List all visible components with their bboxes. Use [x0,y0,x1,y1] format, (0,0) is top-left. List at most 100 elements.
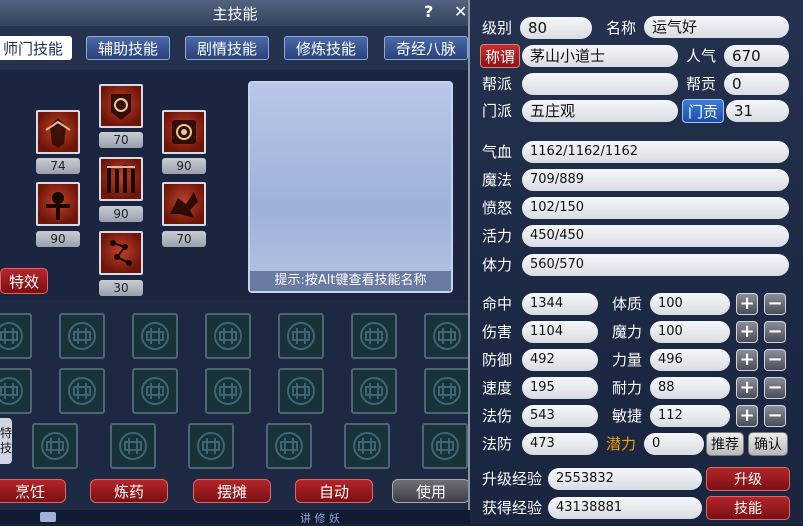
recommend-button[interactable]: 推荐 [706,432,744,456]
tab-school-skills[interactable]: 师门技能 [0,36,72,60]
confirm-button[interactable]: 确认 [748,432,788,456]
skill-slot[interactable] [351,368,397,414]
attribute-label: 魔力 [612,323,643,341]
close-icon[interactable]: ✕ [454,2,467,21]
plus-button[interactable]: + [736,349,758,371]
skill-slot[interactable] [278,313,324,359]
skill-level: 30 [99,280,143,296]
alchemy-button[interactable]: 炼药 [90,479,168,503]
minus-button[interactable]: − [764,321,786,343]
plus-button[interactable]: + [736,405,758,427]
school-label: 门派 [482,102,513,120]
level-value: 80 [520,17,592,39]
skill-slot[interactable] [351,313,397,359]
skill-slot[interactable] [266,423,312,469]
upgrade-exp-label: 升级经验 [482,470,543,488]
title-value: 茅山小道士 [522,45,678,67]
plus-button[interactable]: + [736,321,758,343]
skill-slot[interactable] [132,313,178,359]
armored-warrior-icon[interactable] [36,110,80,154]
gained-exp-label: 获得经验 [482,499,543,517]
skill-level: 74 [36,158,80,174]
tab-meridian-skills[interactable]: 奇经八脉 [384,36,468,60]
attribute-label: 体质 [612,295,643,313]
skill-level: 70 [99,132,143,148]
swirl-seal-icon[interactable] [99,84,143,128]
skill-slot[interactable] [0,368,32,414]
skill-description-box: 提示:按Alt键查看技能名称 [248,81,453,293]
skill-slot[interactable] [132,368,178,414]
special-skill-side-tab[interactable]: 特技 [0,418,12,464]
dragon-beast-icon[interactable] [162,182,206,226]
bottom-action-bar: 烹饪 炼药 摆摊 自动 使用 [0,472,468,510]
minus-button[interactable]: − [764,293,786,315]
stat-label: 命中 [482,295,513,313]
skill-slot[interactable] [205,313,251,359]
plus-button[interactable]: + [736,377,758,399]
contribution-label: 帮贡 [686,75,717,93]
skill-slot[interactable] [0,313,32,359]
minus-button[interactable]: − [764,405,786,427]
title-button[interactable]: 称谓 [480,44,520,68]
skill-slot[interactable] [205,368,251,414]
school-contribution-button[interactable]: 门贡 [682,99,724,123]
skill-slot[interactable] [59,313,105,359]
tab-cultivation-skills[interactable]: 修炼技能 [284,36,368,60]
skill-slot[interactable] [344,423,390,469]
minus-button[interactable]: − [764,349,786,371]
stall-button[interactable]: 摆摊 [193,479,271,503]
name-value: 运气好 [644,16,789,38]
skill-slot[interactable] [424,313,468,359]
plus-button[interactable]: + [736,293,758,315]
skill-slot[interactable] [278,368,324,414]
stat-label: 伤害 [482,323,513,341]
skill-slot[interactable] [188,423,234,469]
vitality-value: 450/450 [522,225,789,247]
stat-value: 1344 [522,293,598,315]
skill-slot[interactable] [110,423,156,469]
pillar-gate-icon[interactable] [99,157,143,201]
ring-seal-icon[interactable] [162,110,206,154]
skill-button[interactable]: 技能 [706,496,790,520]
attribute-label: 敏捷 [612,407,643,425]
stat-value: 1104 [522,321,598,343]
rune-chain-icon[interactable] [99,231,143,275]
figure-summon-icon[interactable] [36,182,80,226]
skill-level: 90 [99,206,143,222]
effect-button[interactable]: 特效 [0,268,48,294]
magic-defense-value: 473 [522,433,598,455]
attribute-value: 112 [650,405,730,427]
stamina-value: 560/570 [522,254,789,276]
gang-label: 帮派 [482,75,513,93]
stat-value: 543 [522,405,598,427]
skill-slot[interactable] [424,368,468,414]
anger-value: 102/150 [522,197,789,219]
cooking-button[interactable]: 烹饪 [0,479,66,503]
contribution-value: 0 [724,73,789,95]
potential-value: 0 [644,433,704,455]
tab-auxiliary-skills[interactable]: 辅助技能 [86,36,170,60]
mp-label: 魔法 [482,171,513,189]
arrow-icon [40,512,56,522]
hp-label: 气血 [482,143,513,161]
stat-label: 防御 [482,351,513,369]
stat-value: 195 [522,377,598,399]
minus-button[interactable]: − [764,377,786,399]
auto-button[interactable]: 自动 [295,479,373,503]
popularity-label: 人气 [686,47,717,65]
skill-slot[interactable] [422,423,468,469]
popularity-value: 670 [724,45,789,67]
title-bar[interactable]: 主技能 ? ✕ [0,0,468,27]
skill-level: 90 [36,231,80,247]
upgrade-button[interactable]: 升级 [706,467,790,491]
help-icon[interactable]: ? [424,2,433,21]
skill-level: 70 [162,231,206,247]
attribute-value: 100 [650,321,730,343]
school-contribution-value: 31 [726,100,789,122]
tab-story-skills[interactable]: 剧情技能 [185,36,269,60]
use-button[interactable]: 使用 [392,479,468,503]
skill-slot[interactable] [59,368,105,414]
attribute-value: 100 [650,293,730,315]
skill-level: 90 [162,158,206,174]
skill-slot[interactable] [32,423,78,469]
